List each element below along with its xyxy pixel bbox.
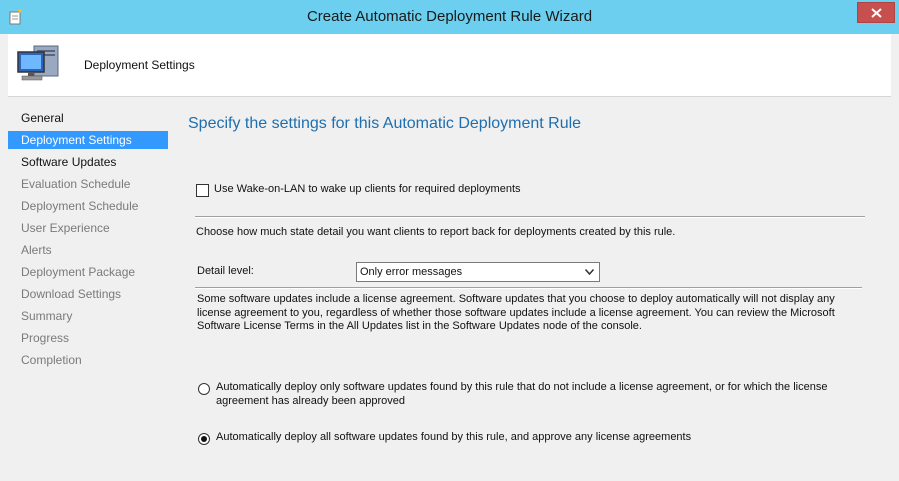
nav-item-deployment-settings[interactable]: Deployment Settings — [8, 131, 168, 149]
detail-level-label: Detail level: — [197, 265, 254, 277]
detail-level-select[interactable]: Only error messages — [356, 262, 600, 282]
title-bar[interactable]: Create Automatic Deployment Rule Wizard — [0, 0, 899, 34]
wizard-content: Specify the settings for this Automatic … — [170, 97, 891, 481]
close-icon — [871, 8, 882, 18]
radio-selected-dot — [201, 436, 207, 442]
window-title: Create Automatic Deployment Rule Wizard — [306, 8, 593, 25]
nav-item-download-settings: Download Settings — [21, 287, 122, 301]
radio-label[interactable]: Automatically deploy all software update… — [216, 431, 836, 445]
nav-item-user-experience: User Experience — [21, 221, 110, 235]
radio-button[interactable] — [198, 383, 210, 395]
chevron-down-icon — [585, 269, 594, 275]
page-heading: Specify the settings for this Automatic … — [188, 115, 582, 132]
license-agreement-description: Some software updates include a license … — [197, 293, 835, 332]
wizard-window: Create Automatic Deployment Rule Wizard … — [0, 0, 899, 481]
radio-label[interactable]: Automatically deploy only software updat… — [216, 381, 836, 408]
header-title: Deployment Settings — [84, 58, 195, 72]
wizard-nav: General Deployment Settings Software Upd… — [8, 97, 168, 481]
nav-item-software-updates[interactable]: Software Updates — [8, 153, 168, 171]
nav-item-general[interactable]: General — [8, 109, 168, 127]
wake-on-lan-checkbox[interactable] — [196, 184, 209, 197]
computer-icon — [16, 42, 62, 88]
close-button[interactable] — [857, 2, 895, 23]
radio-button[interactable] — [198, 433, 210, 445]
divider — [195, 216, 865, 218]
detail-level-value: Only error messages — [360, 266, 463, 278]
nav-item-evaluation-schedule: Evaluation Schedule — [21, 177, 131, 191]
wake-on-lan-label[interactable]: Use Wake-on-LAN to wake up clients for r… — [214, 183, 521, 195]
nav-item-summary: Summary — [21, 309, 73, 323]
nav-item-deployment-schedule: Deployment Schedule — [21, 199, 139, 213]
state-detail-description: Choose how much state detail you want cl… — [196, 226, 676, 238]
divider — [195, 287, 862, 289]
wizard-header: Deployment Settings — [8, 34, 891, 97]
nav-item-completion: Completion — [21, 353, 82, 367]
nav-item-deployment-package: Deployment Package — [21, 265, 136, 279]
nav-item-alerts: Alerts — [21, 243, 52, 257]
nav-item-progress: Progress — [21, 331, 70, 345]
